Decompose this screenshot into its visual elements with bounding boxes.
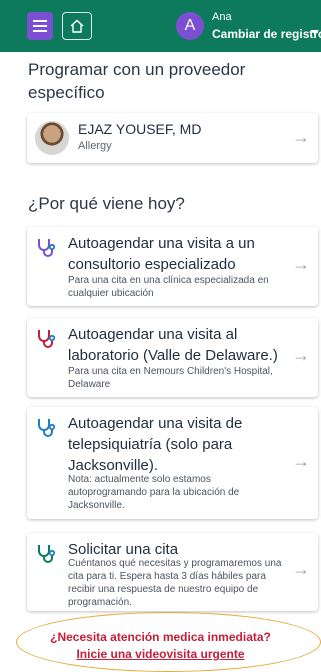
arrow-right-icon: → (292, 127, 310, 147)
switch-record-button[interactable]: Cambiar de registro (212, 27, 321, 41)
menu-icon (33, 20, 47, 22)
option-title: Autoagendar una visita de telepsiquiatrí… (68, 415, 243, 474)
visit-option-specialty[interactable]: Autoagendar una visita a un consultorio … (27, 227, 318, 306)
avatar[interactable]: A (176, 12, 204, 40)
arrow-right-icon: → (292, 345, 310, 365)
home-icon (70, 19, 84, 33)
option-description: Cuéntanos qué necesitas y programaremos … (68, 558, 282, 608)
option-description: Para una cita en Nemours Children's Hosp… (68, 366, 273, 390)
visit-option-laboratory[interactable]: Autoagendar una visita al laboratorio (V… (27, 318, 318, 397)
option-description: Para una cita en una clínica especializa… (68, 275, 269, 299)
option-title: Autoagendar una visita a un consultorio … (68, 235, 255, 273)
arrow-right-icon: → (292, 451, 310, 471)
arrow-right-icon: → (292, 559, 310, 579)
urgent-question: ¿Necesita atención medica inmediata? (50, 630, 271, 644)
stethoscope-icon (38, 330, 56, 348)
provider-section-title: Programar con un proveedor específico (28, 60, 246, 102)
urgent-video-visit-link[interactable]: Inicie una videovisita urgente (0, 647, 321, 661)
visit-section-title: ¿Por qué viene hoy? (28, 194, 185, 213)
menu-button[interactable] (27, 12, 53, 40)
urgent-link-text[interactable]: Inicie una videovisita urgente (76, 647, 244, 661)
option-description: Nota: actualmente solo estamos autoprogr… (68, 474, 240, 511)
provider-photo (35, 121, 69, 155)
chevron-down-icon[interactable] (311, 30, 319, 35)
home-button[interactable] (62, 12, 92, 40)
visit-option-telepsychiatry[interactable]: Autoagendar una visita de telepsiquiatrí… (27, 407, 318, 519)
top-bar: A Ana Cambiar de registro (0, 0, 321, 52)
menu-icon-line (33, 30, 47, 32)
stethoscope-icon (38, 419, 56, 437)
user-name: Ana (212, 11, 232, 23)
provider-specialty: Allergy (78, 140, 112, 152)
option-title: Autoagendar una visita al laboratorio (V… (68, 326, 278, 364)
provider-card[interactable]: EJAZ YOUSEF, MD Allergy → (27, 113, 318, 163)
provider-name: EJAZ YOUSEF, MD (78, 121, 202, 137)
visit-option-request-appointment[interactable]: Solicitar una cita Cuéntanos qué necesit… (27, 533, 318, 611)
menu-icon-line (33, 25, 47, 27)
stethoscope-icon (38, 545, 56, 563)
stethoscope-icon (38, 239, 56, 257)
arrow-right-icon: → (292, 254, 310, 274)
